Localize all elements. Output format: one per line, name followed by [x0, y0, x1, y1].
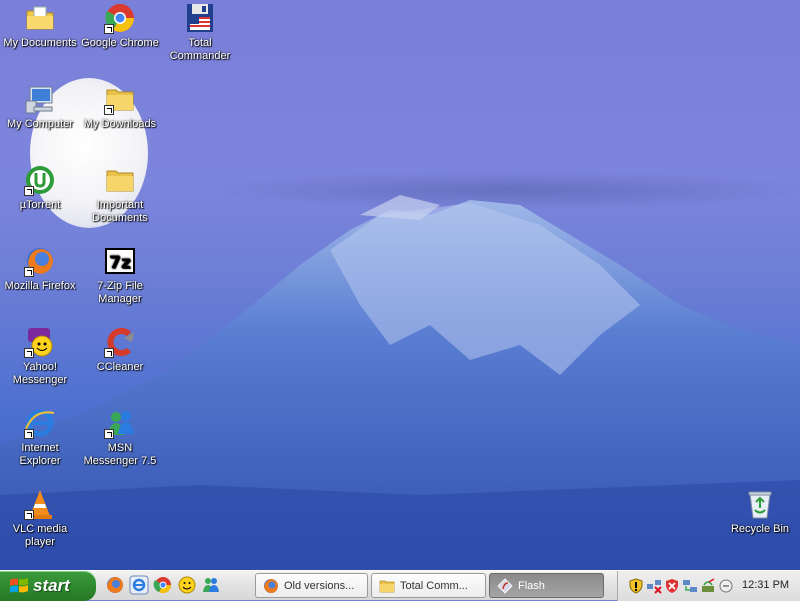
desktop-icon-ccleaner[interactable]: CCleaner: [80, 326, 160, 374]
shortcut-arrow-icon: [104, 105, 114, 115]
internet-explorer-icon: [24, 407, 56, 439]
shortcut-arrow-icon: [24, 186, 34, 196]
task-flash[interactable]: Flash: [489, 573, 604, 598]
msn-quicklaunch-icon[interactable]: [201, 575, 221, 595]
svg-text:7z: 7z: [109, 253, 131, 273]
7zip-icon: 7z: [104, 245, 136, 277]
desktop-icon-my-computer[interactable]: My Computer: [0, 83, 80, 131]
chrome-quicklaunch-icon[interactable]: [153, 575, 173, 595]
system-tray: 12:31 PM: [617, 571, 800, 601]
yahoo-messenger-icon: [24, 326, 56, 358]
desktop-icon-7zip[interactable]: 7z 7-Zip File Manager: [80, 245, 160, 306]
chrome-icon: [104, 2, 136, 34]
shortcut-arrow-icon: [104, 429, 114, 439]
shortcut-arrow-icon: [24, 348, 34, 358]
desktop-icon-mozilla-firefox[interactable]: Mozilla Firefox: [0, 245, 80, 293]
folder-icon: [379, 580, 395, 593]
shortcut-arrow-icon: [24, 267, 34, 277]
folder-icon: [104, 83, 136, 115]
firefox-icon: [24, 245, 56, 277]
shortcut-arrow-icon: [104, 348, 114, 358]
start-button[interactable]: start: [0, 571, 96, 601]
folder-documents-icon: [24, 2, 56, 34]
desktop-icon-my-downloads[interactable]: My Downloads: [80, 83, 160, 131]
desktop-icon-my-documents[interactable]: My Documents: [0, 2, 80, 50]
windows-flag-icon: [10, 578, 28, 593]
volume-icon[interactable]: [718, 578, 734, 594]
security-alert-icon[interactable]: [664, 578, 680, 594]
taskbar: start Old versions... Total Comm... Flas…: [0, 570, 800, 601]
yahoo-quicklaunch-icon[interactable]: [177, 575, 197, 595]
utorrent-icon: [24, 164, 56, 196]
clock[interactable]: 12:31 PM: [742, 579, 789, 591]
floppy-disk-icon: [184, 2, 216, 34]
computer-icon: [24, 83, 56, 115]
shield-icon[interactable]: [628, 578, 644, 594]
shortcut-arrow-icon: [24, 429, 34, 439]
msn-buddy-icon: [104, 407, 136, 439]
firefox-icon: [264, 579, 278, 593]
task-total-commander[interactable]: Total Comm...: [371, 573, 486, 598]
folder-icon: [104, 164, 136, 196]
desktop-icon-google-chrome[interactable]: Google Chrome: [80, 2, 160, 50]
desktop-icon-total-commander[interactable]: Total Commander: [160, 2, 240, 63]
recycle-bin-icon: [744, 488, 776, 520]
ccleaner-icon: [104, 326, 136, 358]
flash-icon: [497, 578, 513, 594]
network-connection-icon[interactable]: [682, 578, 698, 594]
desktop-icon-important-documents[interactable]: Important Documents: [80, 164, 160, 225]
wireless-network-icon[interactable]: [700, 578, 716, 594]
vlc-cone-icon: [24, 488, 56, 520]
desktop-icon-internet-explorer[interactable]: Internet Explorer: [0, 407, 80, 468]
shortcut-arrow-icon: [104, 24, 114, 34]
desktop-icon-recycle-bin[interactable]: Recycle Bin: [720, 488, 800, 536]
desktop: My Documents My Computer µTorrent Mozill…: [0, 0, 800, 570]
network-x-icon[interactable]: [646, 578, 662, 594]
ie-quicklaunch-icon[interactable]: [129, 575, 149, 595]
desktop-icon-vlc-media-player[interactable]: VLC media player: [0, 488, 80, 549]
task-old-versions[interactable]: Old versions...: [255, 573, 368, 598]
shortcut-arrow-icon: [24, 510, 34, 520]
desktop-icon-utorrent[interactable]: µTorrent: [0, 164, 80, 212]
desktop-icon-msn-messenger[interactable]: MSN Messenger 7.5: [80, 407, 160, 468]
firefox-quicklaunch-icon[interactable]: [105, 575, 125, 595]
desktop-icon-yahoo-messenger[interactable]: Yahoo! Messenger: [0, 326, 80, 387]
